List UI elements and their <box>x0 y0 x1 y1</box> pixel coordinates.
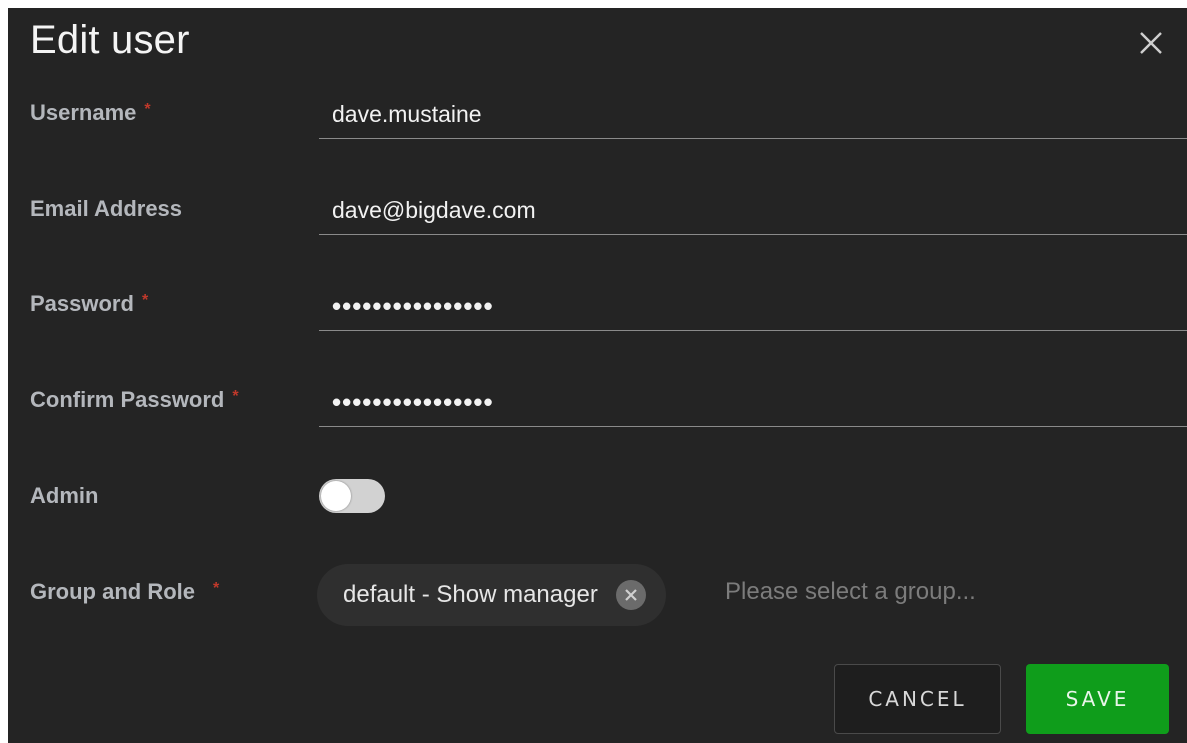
email-label: Email Address <box>30 196 182 222</box>
toggle-knob <box>321 481 351 511</box>
required-marker: * <box>232 388 239 405</box>
save-button[interactable]: SAVE <box>1026 664 1169 734</box>
edit-user-dialog: Edit user Username * Email Address Passwo… <box>8 8 1187 743</box>
required-marker: * <box>213 580 220 597</box>
admin-toggle[interactable] <box>319 479 385 513</box>
password-label-text: Password <box>30 291 134 316</box>
username-input[interactable] <box>319 91 1187 139</box>
confirm-password-input[interactable] <box>319 379 1187 427</box>
confirm-password-label: Confirm Password * <box>30 387 239 413</box>
email-label-text: Email Address <box>30 196 183 221</box>
required-marker: * <box>144 101 151 118</box>
admin-label: Admin <box>30 483 98 509</box>
group-select-input[interactable]: Please select a group... <box>725 578 976 606</box>
admin-label-text: Admin <box>30 483 99 508</box>
selected-group-chip: default - Show manager <box>317 564 666 626</box>
confirm-password-label-text: Confirm Password <box>30 387 225 412</box>
group-role-label: Group and Role * <box>30 579 219 605</box>
password-label: Password * <box>30 291 148 317</box>
password-input[interactable] <box>319 283 1187 331</box>
username-label: Username * <box>30 100 151 126</box>
group-role-label-text: Group and Role <box>30 579 195 604</box>
required-marker: * <box>141 292 149 309</box>
email-input[interactable] <box>319 187 1187 235</box>
close-icon[interactable] <box>1136 28 1166 58</box>
cancel-button[interactable]: CANCEL <box>834 664 1001 734</box>
dialog-title: Edit user <box>30 18 190 62</box>
remove-icon[interactable] <box>615 580 646 610</box>
username-label-text: Username <box>30 100 137 125</box>
chip-label: default - Show manager <box>343 581 598 608</box>
